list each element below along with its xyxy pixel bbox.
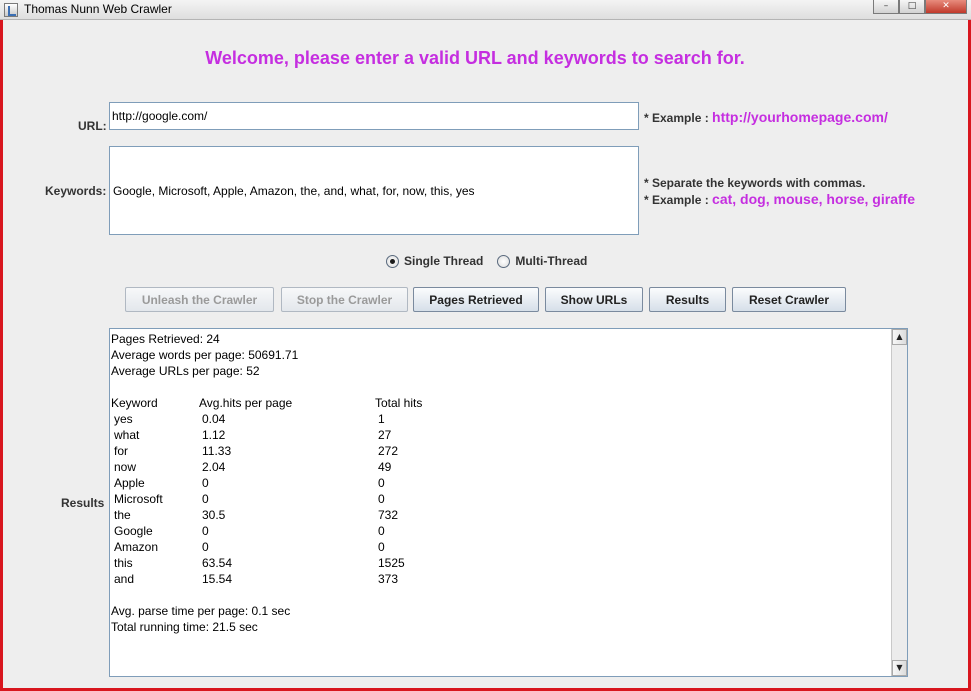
java-app-icon	[4, 3, 18, 17]
table-row: the 30.5 732	[111, 507, 475, 523]
header-avg-hits: Avg.hits per page	[199, 396, 293, 410]
keywords-input[interactable]: Google, Microsoft, Apple, Amazon, the, a…	[109, 146, 639, 235]
cell-keyword: for	[114, 444, 129, 458]
cell-total-hits: 0	[378, 476, 385, 490]
multi-thread-radio[interactable]: Multi-Thread	[497, 254, 587, 268]
stop-crawler-button[interactable]: Stop the Crawler	[281, 287, 408, 312]
radio-checked-icon	[386, 254, 399, 268]
multi-thread-label: Multi-Thread	[515, 254, 588, 268]
table-row: now 2.04 49	[111, 459, 475, 475]
keywords-example-value: cat, dog, mouse, horse, giraffe	[712, 191, 916, 207]
avg-urls-line: Average URLs per page: 52	[111, 364, 260, 378]
cell-avg-hits: 0	[202, 492, 209, 506]
table-row: this 63.54 1525	[111, 555, 475, 571]
url-example-prefix: * Example :	[644, 111, 709, 125]
cell-total-hits: 373	[378, 572, 399, 586]
cell-avg-hits: 0	[202, 524, 209, 538]
results-button[interactable]: Results	[649, 287, 726, 312]
cell-keyword: yes	[114, 412, 133, 426]
cell-total-hits: 732	[378, 508, 399, 522]
table-row: Amazon 0 0	[111, 539, 475, 555]
cell-avg-hits: 0	[202, 540, 209, 554]
cell-keyword: now	[114, 460, 137, 474]
url-input-value: http://google.com/	[112, 109, 208, 123]
cell-avg-hits: 11.33	[202, 444, 232, 458]
window-content: Welcome, please enter a valid URL and ke…	[3, 20, 968, 688]
keyword-rows: yes 0.04 1 what 1.12 27 for 11.33 272 now 2.04 49 Ap…	[111, 411, 475, 587]
unleash-crawler-button[interactable]: Unleash the Crawler	[125, 287, 274, 312]
results-content: Pages Retrieved: 24 Average words per pa…	[110, 329, 892, 676]
welcome-heading: Welcome, please enter a valid URL and ke…	[205, 48, 745, 68]
results-textarea[interactable]: Pages Retrieved: 24 Average words per pa…	[109, 328, 908, 677]
single-thread-label: Single Thread	[404, 254, 484, 268]
thread-mode-group: Single Thread Multi-Thread	[386, 254, 587, 268]
table-row: what 1.12 27	[111, 427, 475, 443]
avg-words-line: Average words per page: 50691.71	[111, 348, 299, 362]
scroll-up-icon[interactable]: ▲	[892, 329, 907, 345]
keywords-example-prefix: * Example :	[644, 193, 709, 207]
cell-keyword: this	[114, 556, 133, 570]
scroll-track[interactable]	[892, 345, 907, 660]
table-row: and 15.54 373	[111, 571, 475, 587]
cell-total-hits: 0	[378, 492, 385, 506]
url-example-value: http://yourhomepage.com/	[712, 109, 888, 125]
cell-keyword: Apple	[114, 476, 145, 490]
keywords-label: Keywords:	[45, 184, 107, 198]
cell-keyword: what	[114, 428, 140, 442]
table-row: Microsoft 0 0	[111, 491, 475, 507]
table-row: Apple 0 0	[111, 475, 475, 491]
cell-keyword: the	[114, 508, 131, 522]
cell-keyword: Microsoft	[114, 492, 163, 506]
table-header-row: Keyword Avg.hits per page Total hits	[111, 395, 475, 411]
cell-avg-hits: 63.54	[202, 556, 233, 570]
cell-avg-hits: 30.5	[202, 508, 226, 522]
close-button[interactable]: ✕	[925, 0, 967, 14]
results-label: Results	[61, 496, 105, 510]
table-row: Google 0 0	[111, 523, 475, 539]
window-title: Thomas Nunn Web Crawler	[24, 2, 172, 16]
pages-retrieved-line: Pages Retrieved: 24	[111, 332, 220, 346]
cell-avg-hits: 15.54	[202, 572, 233, 586]
cell-total-hits: 27	[378, 428, 392, 442]
url-label: URL:	[78, 119, 107, 133]
scroll-down-icon[interactable]: ▼	[892, 660, 907, 676]
cell-total-hits: 1525	[378, 556, 405, 570]
cell-keyword: Amazon	[114, 540, 159, 554]
single-thread-radio[interactable]: Single Thread	[386, 254, 483, 268]
cell-total-hits: 272	[378, 444, 399, 458]
cell-total-hits: 49	[378, 460, 392, 474]
keywords-example: * Example : cat, dog, mouse, horse, gira…	[644, 191, 915, 207]
cell-keyword: and	[114, 572, 135, 586]
minimize-button[interactable]: –	[873, 0, 899, 14]
radio-unchecked-icon	[497, 254, 511, 268]
cell-avg-hits: 2.04	[202, 460, 226, 474]
keywords-input-value: Google, Microsoft, Apple, Amazon, the, a…	[113, 184, 475, 198]
url-example: * Example : http://yourhomepage.com/	[644, 109, 888, 125]
cell-avg-hits: 0	[202, 476, 209, 490]
reset-crawler-button[interactable]: Reset Crawler	[732, 287, 846, 312]
cell-total-hits: 0	[378, 540, 385, 554]
keyword-stats-table: Keyword Avg.hits per page Total hits yes…	[111, 395, 475, 587]
total-running-time-line: Total running time: 21.5 sec	[111, 620, 258, 634]
table-row: for 11.33 272	[111, 443, 475, 459]
table-row: yes 0.04 1	[111, 411, 475, 427]
maximize-button[interactable]: □	[899, 0, 925, 14]
header-keyword: Keyword	[111, 396, 158, 410]
pages-retrieved-button[interactable]: Pages Retrieved	[413, 287, 539, 312]
title-bar[interactable]: Thomas Nunn Web Crawler – □ ✕	[0, 0, 971, 20]
header-total-hits: Total hits	[375, 396, 423, 410]
cell-avg-hits: 0.04	[202, 412, 226, 426]
avg-parse-time-line: Avg. parse time per page: 0.1 sec	[111, 604, 291, 618]
keywords-hint: * Separate the keywords with commas.	[644, 176, 866, 190]
show-urls-button[interactable]: Show URLs	[545, 287, 643, 312]
cell-keyword: Google	[114, 524, 153, 538]
vertical-scrollbar[interactable]: ▲ ▼	[891, 329, 907, 676]
cell-avg-hits: 1.12	[202, 428, 226, 442]
cell-total-hits: 0	[378, 524, 385, 538]
cell-total-hits: 1	[378, 412, 385, 426]
url-input[interactable]: http://google.com/	[109, 102, 639, 130]
window-controls: – □ ✕	[873, 0, 967, 14]
